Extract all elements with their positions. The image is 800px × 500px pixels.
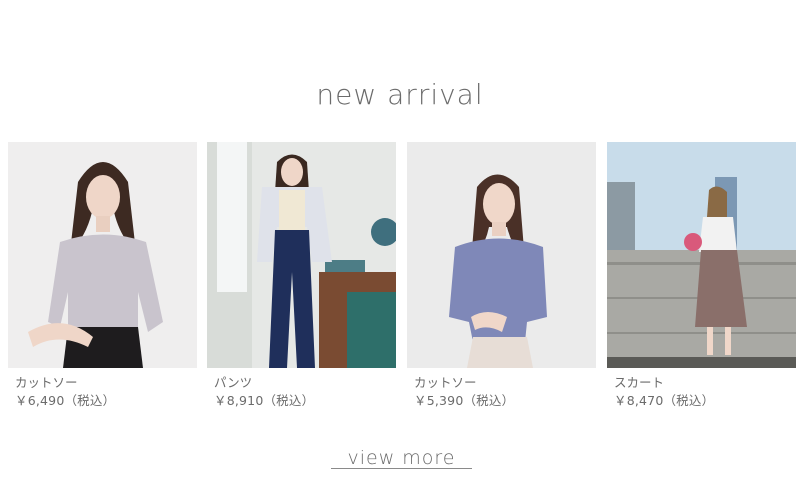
product-image[interactable] <box>207 142 396 368</box>
product-card[interactable]: パンツ ￥8,910（税込） <box>207 142 396 410</box>
product-grid: カットソー ￥6,490（税込） パンツ ￥8,910（税込） カットソー ￥5… <box>8 142 798 417</box>
section-title: new arrival <box>316 78 484 111</box>
product-image[interactable] <box>8 142 197 368</box>
product-category[interactable]: パンツ <box>207 374 396 392</box>
product-image[interactable] <box>407 142 596 368</box>
view-more-link[interactable]: view more <box>331 447 472 469</box>
product-price: ￥8,910（税込） <box>214 393 315 408</box>
product-category[interactable]: カットソー <box>407 374 596 392</box>
product-category[interactable]: カットソー <box>8 374 197 392</box>
product-card[interactable]: スカート ￥8,470（税込） <box>607 142 796 410</box>
product-card[interactable]: カットソー ￥6,490（税込） <box>8 142 197 410</box>
product-price: ￥5,390（税込） <box>414 393 515 408</box>
product-price: ￥8,470（税込） <box>614 393 715 408</box>
product-category[interactable]: スカート <box>607 374 796 392</box>
product-card[interactable]: カットソー ￥5,390（税込） <box>407 142 596 410</box>
product-price: ￥6,490（税込） <box>15 393 116 408</box>
product-image[interactable] <box>607 142 796 368</box>
